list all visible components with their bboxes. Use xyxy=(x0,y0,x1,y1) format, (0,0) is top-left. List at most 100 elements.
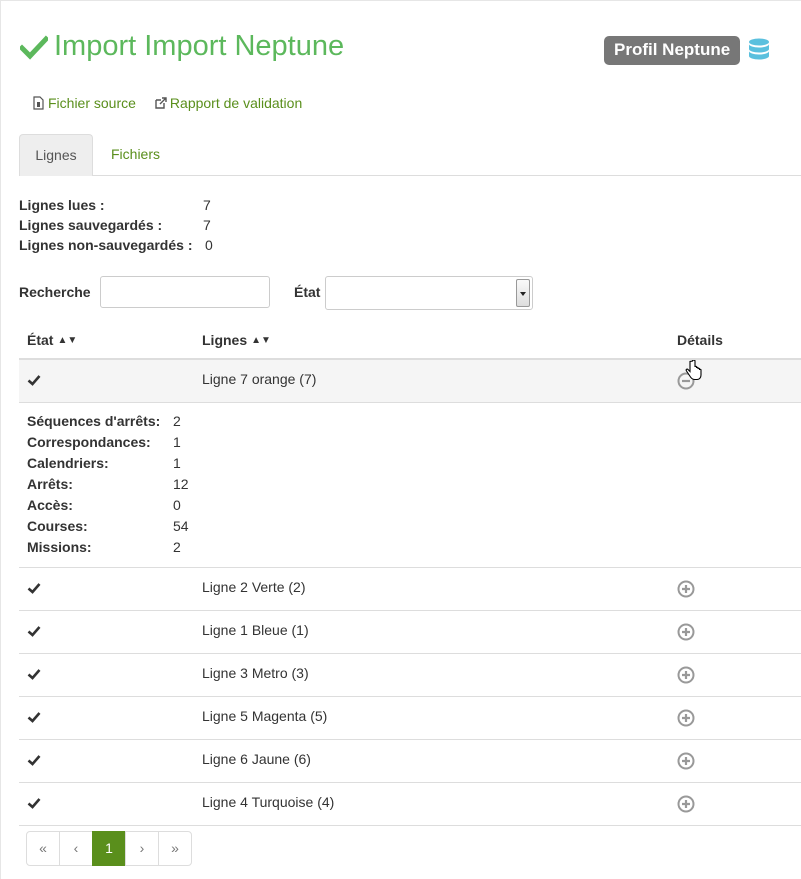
detail-label: Arrêts: xyxy=(27,476,73,492)
frame-border-top xyxy=(0,0,801,1)
state-select[interactable] xyxy=(325,276,533,310)
expand-details-icon[interactable] xyxy=(677,795,695,813)
table-row: Ligne 6 Jaune (6) xyxy=(19,740,801,783)
pagination-last[interactable]: » xyxy=(158,831,192,866)
expand-details-icon[interactable] xyxy=(677,666,695,684)
header-state-label: État xyxy=(27,332,54,348)
database-icon xyxy=(749,38,770,59)
check-icon xyxy=(27,375,41,386)
expand-details-icon[interactable] xyxy=(677,709,695,727)
detail-row: Accès: 0 xyxy=(27,497,189,518)
search-label: Recherche xyxy=(19,284,91,300)
header-lines[interactable]: Lignes ▲▼ xyxy=(202,332,271,348)
line-name: Ligne 7 orange (7) xyxy=(202,371,317,387)
table-header: État ▲▼ Lignes ▲▼ Détails xyxy=(19,320,801,360)
header-state[interactable]: État ▲▼ xyxy=(27,332,77,348)
table-row: Ligne 7 orange (7) xyxy=(19,360,801,403)
detail-label: Correspondances: xyxy=(27,434,151,450)
tab-bar: Lignes Fichiers xyxy=(19,134,801,176)
detail-row: Courses: 54 xyxy=(27,518,189,539)
stat-lines-read: Lignes lues : 7 xyxy=(19,197,213,217)
external-link-icon xyxy=(155,97,167,109)
file-links: Fichier source Rapport de validation xyxy=(32,95,320,111)
sort-icon: ▲▼ xyxy=(57,334,78,346)
line-name: Ligne 3 Metro (3) xyxy=(202,665,309,681)
line-name: Ligne 2 Verte (2) xyxy=(202,579,306,595)
profile-area: Profil Neptune xyxy=(604,36,770,65)
tab-lines[interactable]: Lignes xyxy=(19,134,93,176)
table-row: Ligne 2 Verte (2) xyxy=(19,568,801,611)
line-name: Ligne 4 Turquoise (4) xyxy=(202,794,335,810)
detail-value: 0 xyxy=(173,497,181,513)
stat-value: 7 xyxy=(203,217,211,233)
detail-label: Missions: xyxy=(27,539,92,555)
table-row: Ligne 4 Turquoise (4) xyxy=(19,783,801,826)
detail-row: Séquences d'arrêts: 2 xyxy=(27,413,189,434)
header-details: Détails xyxy=(677,332,723,348)
import-stats: Lignes lues : 7 Lignes sauvegardés : 7 L… xyxy=(19,197,213,257)
detail-value: 1 xyxy=(173,434,181,450)
stat-label: Lignes non-sauvegardés : xyxy=(19,237,193,253)
page-title-text: Import Import Neptune xyxy=(54,30,345,62)
dropdown-arrow-icon[interactable] xyxy=(516,279,530,307)
detail-row: Correspondances: 1 xyxy=(27,434,189,455)
detail-value: 54 xyxy=(173,518,189,534)
detail-value: 12 xyxy=(173,476,189,492)
line-name: Ligne 6 Jaune (6) xyxy=(202,751,311,767)
stat-label: Lignes sauvegardés : xyxy=(19,217,163,233)
filter-bar: Recherche État xyxy=(19,276,719,310)
file-icon xyxy=(33,96,44,110)
pagination-first[interactable]: « xyxy=(26,831,60,866)
detail-label: Accès: xyxy=(27,497,73,513)
line-name: Ligne 5 Magenta (5) xyxy=(202,708,328,724)
state-label: État xyxy=(294,284,321,300)
check-icon xyxy=(27,755,41,766)
line-details: Séquences d'arrêts: 2 Correspondances: 1 C… xyxy=(19,403,801,568)
detail-label: Calendriers: xyxy=(27,455,109,471)
tab-files[interactable]: Fichiers xyxy=(111,134,160,175)
hand-cursor-icon xyxy=(685,360,702,381)
detail-value: 2 xyxy=(173,539,181,555)
table-row: Ligne 1 Bleue (1) xyxy=(19,611,801,654)
check-icon xyxy=(27,712,41,723)
stat-value: 7 xyxy=(203,197,211,213)
page-title: Import Import Neptune xyxy=(20,30,344,63)
header-lines-label: Lignes xyxy=(202,332,248,348)
pagination-current-page[interactable]: 1 xyxy=(92,831,126,866)
detail-row: Calendriers: 1 xyxy=(27,455,189,476)
table-row: Ligne 3 Metro (3) xyxy=(19,654,801,697)
sort-icon: ▲▼ xyxy=(251,334,271,346)
table-row: Ligne 5 Magenta (5) xyxy=(19,697,801,740)
stat-lines-unsaved: Lignes non-sauvegardés : 0 xyxy=(19,237,213,257)
expand-details-icon[interactable] xyxy=(677,580,695,598)
profile-badge: Profil Neptune xyxy=(604,36,741,65)
pagination-prev[interactable]: ‹ xyxy=(59,831,93,866)
stat-value: 0 xyxy=(205,237,213,253)
expand-details-icon[interactable] xyxy=(677,623,695,641)
detail-row: Arrêts: 12 xyxy=(27,476,189,497)
detail-label: Courses: xyxy=(27,518,88,534)
check-icon xyxy=(20,34,48,60)
lines-table: État ▲▼ Lignes ▲▼ Détails Ligne 7 orange… xyxy=(19,320,801,826)
check-icon xyxy=(27,669,41,680)
pagination: « ‹ 1 › » xyxy=(26,831,192,866)
frame-border-left xyxy=(0,0,1,879)
search-input[interactable] xyxy=(100,276,270,308)
source-file-label: Fichier source xyxy=(48,95,136,111)
check-icon xyxy=(27,626,41,637)
detail-row: Missions: 2 xyxy=(27,539,189,560)
header-details-label: Détails xyxy=(677,332,723,348)
detail-value: 2 xyxy=(173,413,181,429)
expand-details-icon[interactable] xyxy=(677,752,695,770)
detail-value: 1 xyxy=(173,455,181,471)
check-icon xyxy=(27,798,41,809)
stat-lines-saved: Lignes sauvegardés : 7 xyxy=(19,217,213,237)
detail-list: Séquences d'arrêts: 2 Correspondances: 1 C… xyxy=(27,413,189,560)
check-icon xyxy=(27,583,41,594)
detail-label: Séquences d'arrêts: xyxy=(27,413,161,429)
line-name: Ligne 1 Bleue (1) xyxy=(202,622,309,638)
pagination-next[interactable]: › xyxy=(125,831,159,866)
source-file-link[interactable]: Fichier source xyxy=(32,95,136,111)
validation-report-label: Rapport de validation xyxy=(169,95,303,111)
validation-report-link[interactable]: Rapport de validation xyxy=(154,95,302,111)
